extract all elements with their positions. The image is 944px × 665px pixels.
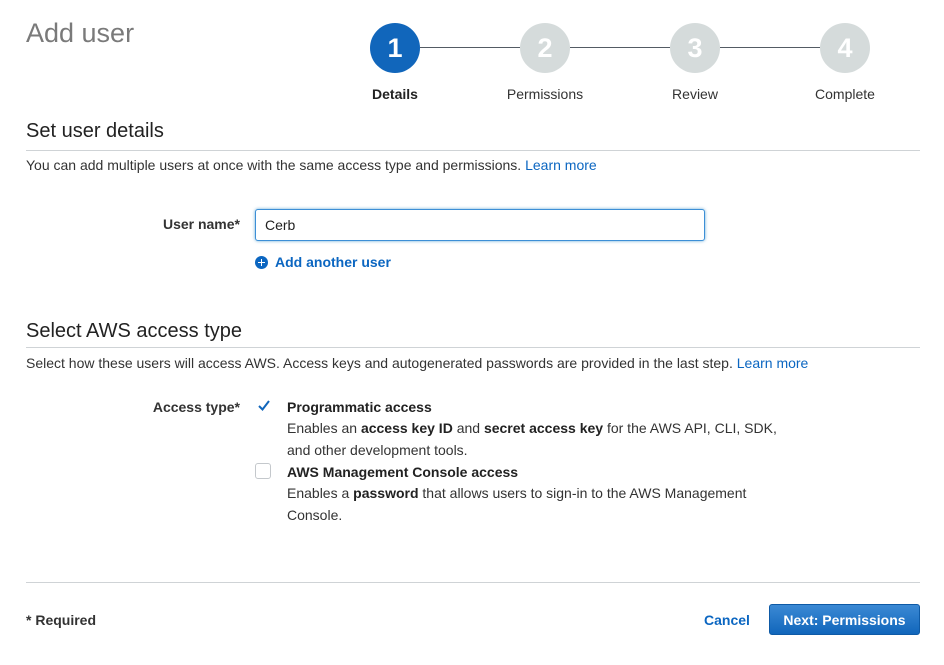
console-access-description: Enables a password that allows users to … (287, 483, 762, 526)
step-1-label: Details (372, 86, 418, 102)
step-2-label: Permissions (506, 86, 584, 102)
programmatic-access-title: Programmatic access (287, 399, 432, 415)
divider (26, 347, 920, 348)
access-type-label: Access type* (152, 399, 240, 415)
desc-text: Enables an (287, 420, 361, 436)
step-connector (720, 47, 820, 48)
cancel-button[interactable]: Cancel (704, 612, 750, 628)
wizard-stepper: 1 2 3 4 Details Permissions Review Compl… (0, 0, 944, 110)
user-name-label: User name* (162, 216, 240, 232)
programmatic-access-description: Enables an access key ID and secret acce… (287, 418, 787, 461)
user-name-input[interactable] (255, 209, 705, 241)
next-permissions-button[interactable]: Next: Permissions (769, 604, 920, 635)
step-2-circle: 2 (520, 23, 570, 73)
desc-bold: password (353, 485, 419, 501)
console-access-title: AWS Management Console access (287, 464, 519, 480)
access-type-description: Select how these users will access AWS. … (26, 355, 808, 371)
desc-bold: access key ID (360, 420, 453, 436)
step-connector (570, 47, 670, 48)
step-4-label: Complete (815, 86, 875, 102)
user-details-heading: Set user details (26, 120, 164, 142)
step-1-circle[interactable]: 1 (370, 23, 420, 73)
add-another-user-label: Add another user (275, 254, 391, 270)
user-details-description: You can add multiple users at once with … (26, 157, 597, 173)
access-type-description-text: Select how these users will access AWS. … (26, 355, 733, 371)
step-3-label: Review (672, 86, 718, 102)
step-3-circle: 3 (670, 23, 720, 73)
learn-more-link[interactable]: Learn more (737, 355, 809, 371)
desc-bold: secret access key (483, 420, 604, 436)
user-details-description-text: You can add multiple users at once with … (26, 157, 522, 173)
access-type-heading: Select AWS access type (26, 320, 243, 342)
add-another-user-link[interactable]: Add another user (255, 254, 391, 270)
learn-more-link[interactable]: Learn more (525, 157, 597, 173)
plus-circle-icon (255, 255, 268, 269)
console-access-checkbox[interactable] (255, 463, 271, 479)
programmatic-access-checkbox[interactable] (255, 399, 271, 415)
desc-text: and (452, 420, 484, 436)
step-4-circle: 4 (820, 23, 870, 73)
footer-divider (26, 582, 920, 583)
checkmark-icon (258, 400, 270, 412)
required-note: * Required (26, 612, 97, 628)
desc-text: Enables a (287, 485, 354, 501)
step-connector (420, 47, 520, 48)
divider (26, 150, 920, 151)
